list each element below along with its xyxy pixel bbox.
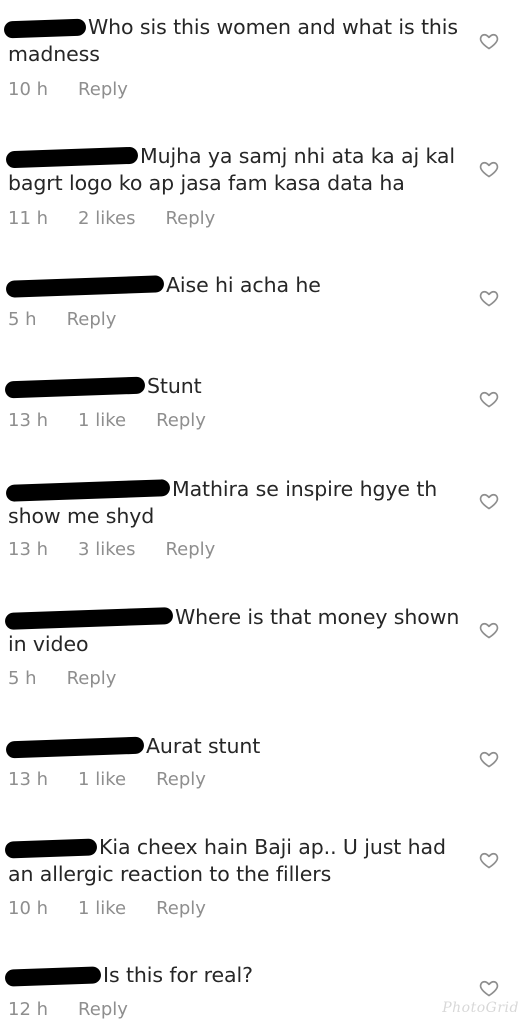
comment-time: 10 h [8, 79, 49, 100]
heart-outline-icon[interactable] [479, 159, 499, 179]
comment-meta: 10 h Reply [8, 78, 128, 102]
likes-count[interactable]: 1 like [78, 768, 126, 792]
comment-time: 13 h [8, 539, 49, 560]
redacted-username [3, 18, 87, 39]
comment-time: 5 h [8, 309, 37, 330]
reply-button[interactable]: Reply [165, 538, 215, 562]
reply-button[interactable]: Reply [156, 897, 206, 921]
redacted-username [4, 376, 146, 399]
redacted-username [5, 146, 139, 169]
reply-button[interactable]: Reply [156, 768, 206, 792]
reply-button[interactable]: Reply [156, 409, 206, 433]
heart-outline-icon[interactable] [479, 389, 499, 409]
comment-meta: 13 h 1 like Reply [8, 409, 206, 433]
likes-count[interactable]: 1 like [78, 897, 126, 921]
reply-button[interactable]: Reply [78, 998, 128, 1022]
heart-outline-icon[interactable] [479, 288, 499, 308]
redacted-username [4, 966, 102, 987]
comment-text: Is this for real? [4, 962, 473, 989]
likes-count[interactable]: 1 like [78, 409, 126, 433]
comment-time: 12 h [8, 999, 49, 1020]
heart-outline-icon[interactable] [479, 620, 499, 640]
comment-meta: 10 h 1 like Reply [8, 897, 206, 921]
heart-outline-icon[interactable] [479, 978, 499, 998]
comment-time: 13 h [8, 769, 49, 790]
comment-meta: 13 h 3 likes Reply [8, 538, 215, 562]
comment-meta: 12 h Reply [8, 998, 128, 1022]
comment-time: 10 h [8, 898, 49, 919]
comment-text: Where is that money shown in video [4, 604, 473, 658]
likes-count[interactable]: 3 likes [78, 538, 135, 562]
likes-count[interactable]: 2 likes [78, 207, 135, 231]
comment-meta: 5 h Reply [8, 667, 116, 691]
comment-meta: 13 h 1 like Reply [8, 768, 206, 792]
comment-text: Mathira se inspire hgye th show me shyd [5, 476, 473, 530]
heart-outline-icon[interactable] [479, 749, 499, 769]
comment-time: 11 h [8, 208, 49, 229]
comment-meta: 11 h 2 likes Reply [8, 207, 215, 231]
comment-text: Aurat stunt [5, 733, 473, 760]
redacted-username [5, 275, 165, 298]
heart-outline-icon[interactable] [479, 491, 499, 511]
redacted-username [5, 736, 145, 759]
comment-text: Mujha ya samj nhi ata ka aj kal bagrt lo… [5, 143, 473, 197]
comment-text: Aise hi acha he [5, 272, 473, 299]
redacted-username [4, 607, 174, 630]
comment-text: Stunt [4, 373, 473, 400]
reply-button[interactable]: Reply [165, 207, 215, 231]
comment-text: Who sis this women and what is this madn… [3, 14, 473, 68]
heart-outline-icon[interactable] [479, 850, 499, 870]
comment-time: 5 h [8, 668, 37, 689]
heart-outline-icon[interactable] [479, 31, 499, 51]
comment-text: Kia cheex hain Baji ap.. U just had an a… [4, 834, 473, 888]
comment-time: 13 h [8, 410, 49, 431]
watermark-logo: PhotoGrid [442, 1000, 519, 1016]
reply-button[interactable]: Reply [78, 78, 128, 102]
redacted-username [4, 838, 98, 859]
comment-meta: 5 h Reply [8, 308, 116, 332]
redacted-username [5, 479, 171, 502]
reply-button[interactable]: Reply [67, 667, 117, 691]
reply-button[interactable]: Reply [67, 308, 117, 332]
